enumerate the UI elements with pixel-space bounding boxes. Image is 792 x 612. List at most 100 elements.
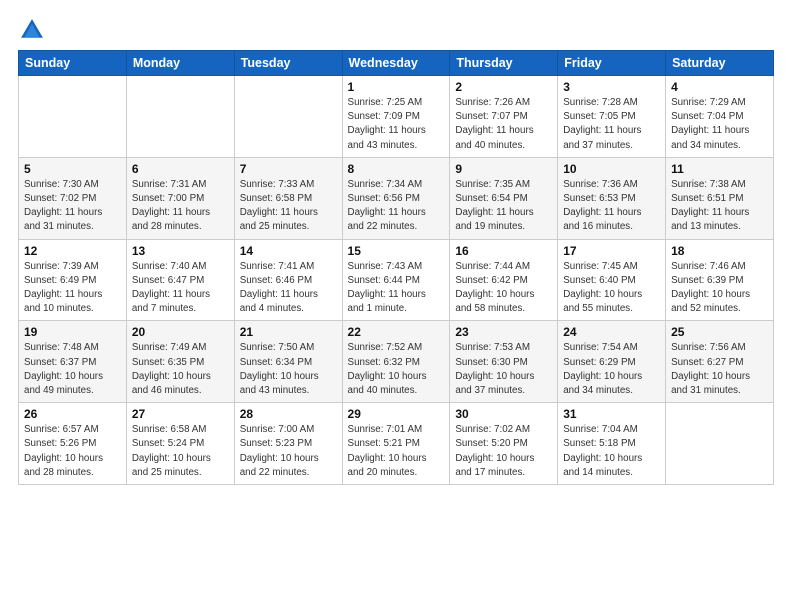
day-detail: Sunrise: 7:40 AM Sunset: 6:47 PM Dayligh… (132, 260, 229, 317)
day-number: 2 (455, 80, 552, 94)
calendar-day-empty (19, 76, 127, 158)
day-detail: Sunrise: 7:31 AM Sunset: 7:00 PM Dayligh… (132, 178, 229, 235)
calendar-day-27: 27 Sunrise: 6:58 AM Sunset: 5:24 PM Dayli… (126, 403, 234, 485)
day-number: 1 (348, 80, 445, 94)
calendar-day-1: 1 Sunrise: 7:25 AM Sunset: 7:09 PM Daylig… (342, 76, 450, 158)
day-number: 3 (563, 80, 660, 94)
day-detail: Sunrise: 7:28 AM Sunset: 7:05 PM Dayligh… (563, 96, 660, 153)
day-detail: Sunrise: 7:30 AM Sunset: 7:02 PM Dayligh… (24, 178, 121, 235)
calendar-day-13: 13 Sunrise: 7:40 AM Sunset: 6:47 PM Dayli… (126, 239, 234, 321)
day-number: 21 (240, 325, 337, 339)
calendar-day-23: 23 Sunrise: 7:53 AM Sunset: 6:30 PM Dayli… (450, 321, 558, 403)
day-detail: Sunrise: 7:00 AM Sunset: 5:23 PM Dayligh… (240, 423, 337, 480)
day-number: 16 (455, 244, 552, 258)
day-detail: Sunrise: 7:34 AM Sunset: 6:56 PM Dayligh… (348, 178, 445, 235)
calendar-week-row: 1 Sunrise: 7:25 AM Sunset: 7:09 PM Daylig… (19, 76, 774, 158)
day-number: 26 (24, 407, 121, 421)
calendar-weekday-sunday: Sunday (19, 51, 127, 76)
day-number: 7 (240, 162, 337, 176)
day-detail: Sunrise: 7:02 AM Sunset: 5:20 PM Dayligh… (455, 423, 552, 480)
calendar-day-26: 26 Sunrise: 6:57 AM Sunset: 5:26 PM Dayli… (19, 403, 127, 485)
day-number: 9 (455, 162, 552, 176)
day-detail: Sunrise: 7:04 AM Sunset: 5:18 PM Dayligh… (563, 423, 660, 480)
calendar-day-22: 22Sunrise: 7:52 AM Sunset: 6:32 PM Dayli… (342, 321, 450, 403)
day-number: 18 (671, 244, 768, 258)
calendar-table: SundayMondayTuesdayWednesdayThursdayFrid… (18, 50, 774, 485)
day-detail: Sunrise: 7:35 AM Sunset: 6:54 PM Dayligh… (455, 178, 552, 235)
calendar-day-18: 18Sunrise: 7:46 AM Sunset: 6:39 PM Dayli… (666, 239, 774, 321)
day-number: 29 (348, 407, 445, 421)
day-detail: Sunrise: 7:49 AM Sunset: 6:35 PM Dayligh… (132, 341, 229, 398)
day-detail: Sunrise: 7:26 AM Sunset: 7:07 PM Dayligh… (455, 96, 552, 153)
day-number: 14 (240, 244, 337, 258)
day-number: 30 (455, 407, 552, 421)
day-number: 31 (563, 407, 660, 421)
calendar-day-15: 15 Sunrise: 7:43 AM Sunset: 6:44 PM Dayli… (342, 239, 450, 321)
calendar-day-17: 17Sunrise: 7:45 AM Sunset: 6:40 PM Dayli… (558, 239, 666, 321)
day-detail: Sunrise: 7:25 AM Sunset: 7:09 PM Dayligh… (348, 96, 445, 153)
day-detail: Sunrise: 7:38 AM Sunset: 6:51 PM Dayligh… (671, 178, 768, 235)
day-number: 24 (563, 325, 660, 339)
calendar-week-row: 12Sunrise: 7:39 AM Sunset: 6:49 PM Dayli… (19, 239, 774, 321)
calendar-day-5: 5 Sunrise: 7:30 AM Sunset: 7:02 PM Daylig… (19, 157, 127, 239)
calendar-weekday-monday: Monday (126, 51, 234, 76)
calendar-day-empty (234, 76, 342, 158)
day-detail: Sunrise: 7:01 AM Sunset: 5:21 PM Dayligh… (348, 423, 445, 480)
logo-icon (18, 16, 46, 44)
calendar-day-16: 16 Sunrise: 7:44 AM Sunset: 6:42 PM Dayli… (450, 239, 558, 321)
calendar-day-11: 11 Sunrise: 7:38 AM Sunset: 6:51 PM Dayli… (666, 157, 774, 239)
day-detail: Sunrise: 7:56 AM Sunset: 6:27 PM Dayligh… (671, 341, 768, 398)
calendar-day-19: 19 Sunrise: 7:48 AM Sunset: 6:37 PM Dayli… (19, 321, 127, 403)
day-detail: Sunrise: 7:29 AM Sunset: 7:04 PM Dayligh… (671, 96, 768, 153)
day-number: 28 (240, 407, 337, 421)
day-number: 11 (671, 162, 768, 176)
day-number: 25 (671, 325, 768, 339)
day-detail: Sunrise: 6:57 AM Sunset: 5:26 PM Dayligh… (24, 423, 121, 480)
calendar-header-row: SundayMondayTuesdayWednesdayThursdayFrid… (19, 51, 774, 76)
calendar-day-2: 2 Sunrise: 7:26 AM Sunset: 7:07 PM Daylig… (450, 76, 558, 158)
header (18, 10, 774, 44)
calendar-weekday-saturday: Saturday (666, 51, 774, 76)
day-number: 4 (671, 80, 768, 94)
day-detail: Sunrise: 7:52 AM Sunset: 6:32 PM Dayligh… (348, 341, 445, 398)
calendar-day-3: 3 Sunrise: 7:28 AM Sunset: 7:05 PM Daylig… (558, 76, 666, 158)
calendar-week-row: 5 Sunrise: 7:30 AM Sunset: 7:02 PM Daylig… (19, 157, 774, 239)
calendar-day-7: 7 Sunrise: 7:33 AM Sunset: 6:58 PM Daylig… (234, 157, 342, 239)
day-number: 13 (132, 244, 229, 258)
day-number: 5 (24, 162, 121, 176)
calendar-day-21: 21 Sunrise: 7:50 AM Sunset: 6:34 PM Dayli… (234, 321, 342, 403)
day-detail: Sunrise: 7:33 AM Sunset: 6:58 PM Dayligh… (240, 178, 337, 235)
page: SundayMondayTuesdayWednesdayThursdayFrid… (0, 0, 792, 612)
day-number: 19 (24, 325, 121, 339)
logo (18, 16, 46, 44)
calendar-day-31: 31 Sunrise: 7:04 AM Sunset: 5:18 PM Dayli… (558, 403, 666, 485)
day-detail: Sunrise: 7:41 AM Sunset: 6:46 PM Dayligh… (240, 260, 337, 317)
day-number: 10 (563, 162, 660, 176)
calendar-day-28: 28 Sunrise: 7:00 AM Sunset: 5:23 PM Dayli… (234, 403, 342, 485)
day-detail: Sunrise: 7:50 AM Sunset: 6:34 PM Dayligh… (240, 341, 337, 398)
calendar-day-25: 25 Sunrise: 7:56 AM Sunset: 6:27 PM Dayli… (666, 321, 774, 403)
calendar-day-4: 4 Sunrise: 7:29 AM Sunset: 7:04 PM Daylig… (666, 76, 774, 158)
calendar-day-empty (126, 76, 234, 158)
calendar-day-24: 24Sunrise: 7:54 AM Sunset: 6:29 PM Dayli… (558, 321, 666, 403)
day-detail: Sunrise: 7:43 AM Sunset: 6:44 PM Dayligh… (348, 260, 445, 317)
day-detail: Sunrise: 7:53 AM Sunset: 6:30 PM Dayligh… (455, 341, 552, 398)
calendar-week-row: 26 Sunrise: 6:57 AM Sunset: 5:26 PM Dayli… (19, 403, 774, 485)
calendar-weekday-friday: Friday (558, 51, 666, 76)
day-detail: Sunrise: 7:44 AM Sunset: 6:42 PM Dayligh… (455, 260, 552, 317)
day-number: 27 (132, 407, 229, 421)
calendar-day-30: 30 Sunrise: 7:02 AM Sunset: 5:20 PM Dayli… (450, 403, 558, 485)
calendar-day-9: 9 Sunrise: 7:35 AM Sunset: 6:54 PM Daylig… (450, 157, 558, 239)
day-detail: Sunrise: 7:48 AM Sunset: 6:37 PM Dayligh… (24, 341, 121, 398)
day-number: 17 (563, 244, 660, 258)
day-number: 23 (455, 325, 552, 339)
day-detail: Sunrise: 7:39 AM Sunset: 6:49 PM Dayligh… (24, 260, 121, 317)
day-number: 15 (348, 244, 445, 258)
calendar-day-14: 14 Sunrise: 7:41 AM Sunset: 6:46 PM Dayli… (234, 239, 342, 321)
calendar-weekday-thursday: Thursday (450, 51, 558, 76)
calendar-weekday-tuesday: Tuesday (234, 51, 342, 76)
calendar-day-empty (666, 403, 774, 485)
calendar-day-12: 12Sunrise: 7:39 AM Sunset: 6:49 PM Dayli… (19, 239, 127, 321)
day-detail: Sunrise: 6:58 AM Sunset: 5:24 PM Dayligh… (132, 423, 229, 480)
calendar-day-8: 8Sunrise: 7:34 AM Sunset: 6:56 PM Daylig… (342, 157, 450, 239)
